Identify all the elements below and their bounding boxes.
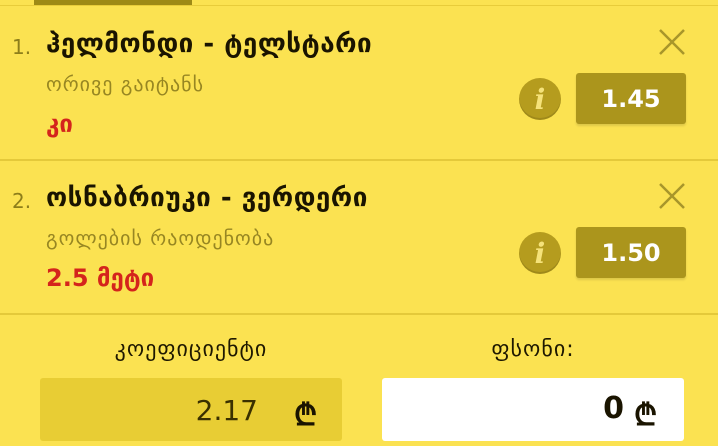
close-icon[interactable] — [656, 26, 688, 58]
bet-slip-footer: კოეფიციენტი ფსონი: 2.17 ₾ 0 ₾ — [0, 313, 718, 446]
odds-button[interactable]: 1.45 — [576, 73, 686, 124]
stake-input[interactable]: 0 ₾ — [382, 378, 684, 441]
stake-label: ფსონი: — [491, 337, 575, 362]
bet-slip-item: 1. ჰელმონდი - ტელსტარი ორივე გაიტანს კი … — [0, 6, 718, 161]
coefficient-display: 2.17 ₾ — [40, 378, 342, 441]
selected-outcome: 2.5 მეტი — [46, 264, 155, 292]
market-name: გოლების რაოდენობა — [46, 226, 275, 250]
coefficient-value: 2.17 — [195, 394, 258, 427]
market-name: ორივე გაიტანს — [46, 72, 205, 96]
selected-outcome: კი — [46, 110, 73, 138]
match-title: ჰელმონდი - ტელსტარი — [46, 29, 373, 59]
coefficient-label: კოეფიციენტი — [114, 337, 268, 362]
info-icon[interactable]: i — [519, 232, 561, 274]
bet-slip-item: 2. ოსნაბრიუკი - ვერდერი გოლების რაოდენობ… — [0, 160, 718, 315]
bet-number: 2. — [12, 189, 32, 213]
odds-button[interactable]: 1.50 — [576, 227, 686, 278]
close-icon[interactable] — [656, 180, 688, 212]
bet-number: 1. — [12, 35, 32, 59]
lari-icon: ₾ — [294, 398, 318, 433]
stake-value[interactable]: 0 — [603, 391, 624, 426]
match-title: ოსნაბრიუკი - ვერდერი — [46, 183, 368, 213]
info-icon[interactable]: i — [519, 78, 561, 120]
lari-icon: ₾ — [634, 398, 658, 433]
